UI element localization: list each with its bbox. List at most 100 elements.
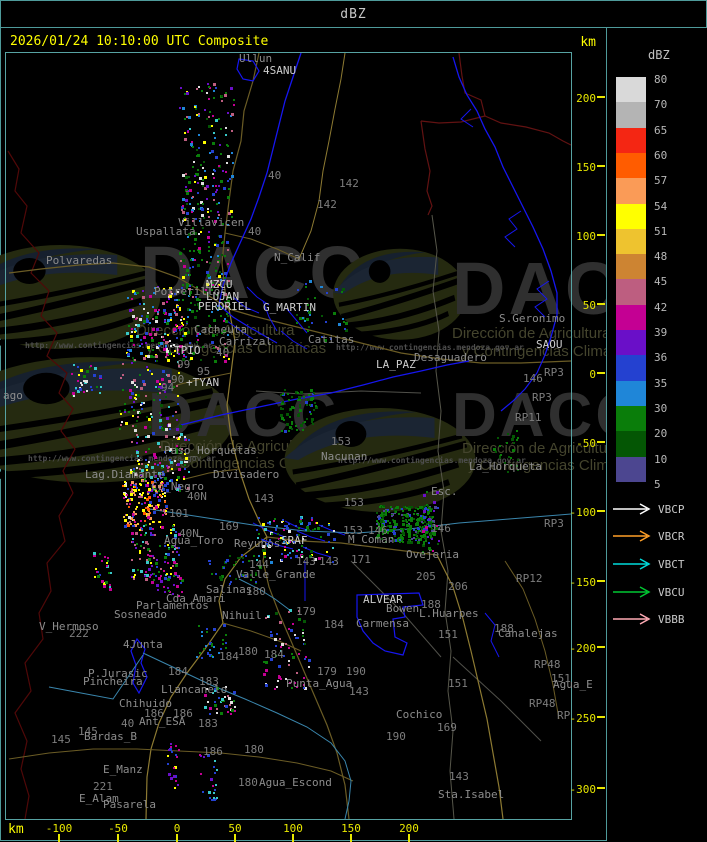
legend-dbz-label: 45: [654, 275, 668, 289]
legend-dbz-label: 70: [654, 98, 668, 112]
map-place-label: Uspallata: [136, 225, 196, 238]
map-place-label: L.Huarpes: [419, 607, 479, 620]
map-place-label: PERDRIEL: [198, 300, 251, 313]
window-title: dBZ: [340, 7, 367, 22]
legend-dbz-label: 80: [654, 73, 668, 86]
right-axis-tick-label: 50: [582, 299, 596, 312]
bottom-axis-tick: [292, 834, 294, 842]
map-place-label: Reyunos: [234, 537, 281, 550]
map-place-label: 180: [238, 776, 258, 789]
map-place-label: 4SANU: [263, 64, 297, 77]
map-place-label: 99: [177, 358, 191, 371]
legend-color-swatch: [616, 405, 646, 432]
map-place-label: 143: [254, 492, 274, 505]
right-axis-tick: [597, 716, 605, 718]
map-place-label: Lag.Diamante: [85, 468, 165, 481]
legend-arrow-row: VBCR: [609, 527, 707, 547]
map-place-label: Nihuil: [222, 609, 262, 622]
map-place-label: 222: [69, 627, 89, 640]
legend-dbz-label: 57: [654, 174, 668, 188]
right-axis-tick: [597, 787, 605, 789]
map-place-label: Sta.Isabel: [438, 788, 505, 801]
wind-vector-arrow-icon: [613, 613, 651, 625]
right-axis-tick-label: 100: [576, 230, 596, 243]
map-place-label: Pasarela: [103, 798, 156, 811]
map-place-label: Sosneado: [114, 608, 167, 621]
legend-arrow-label: VBCU: [658, 585, 685, 599]
map-place-label: 143: [319, 555, 339, 568]
legend-dbz-label: 10: [654, 452, 668, 466]
right-axis-tick-label: -250: [569, 712, 597, 725]
legend-color-swatch: [616, 102, 646, 129]
map-place-label: 206: [448, 580, 468, 593]
legend-color-swatch: [616, 127, 646, 154]
legend-dbz-label: 35: [654, 376, 668, 390]
legend-color-swatch: [616, 228, 646, 255]
map-place-label: 94: [161, 381, 175, 394]
map-place-label: Paso_Horquetas: [164, 444, 257, 457]
wind-vector-arrow-icon: [613, 558, 651, 570]
map-place-label: Cacheuta: [194, 323, 247, 336]
legend-dbz-label: 5: [654, 477, 661, 491]
legend-dbz-label: 60: [654, 148, 668, 162]
map-place-label: Pincheira: [83, 675, 143, 688]
bottom-distance-axis: km -100 -50 0 50 100 150 200: [0, 818, 606, 842]
map-place-label: Desaguadero: [414, 351, 487, 364]
legend-title: dBZ: [648, 48, 670, 62]
map-place-label: 40: [121, 717, 135, 730]
map-place-label: 143: [449, 770, 469, 783]
map-place-label: 186: [203, 745, 223, 758]
wind-vector-arrow-icon: [613, 503, 651, 515]
legend-dbz-label: 51: [654, 224, 668, 238]
map-place-label: TPIO: [174, 344, 201, 357]
map-place-label: Ullun: [239, 52, 273, 65]
map-place-label: 183: [198, 717, 218, 730]
right-axis-tick-label: -200: [569, 642, 597, 655]
legend-arrow-row: VBCU: [609, 583, 707, 603]
map-place-label: 40: [248, 225, 262, 238]
map-place-label: 184: [264, 648, 284, 661]
right-axis-tick: [597, 441, 605, 443]
map-place-label: E_Manz: [103, 763, 143, 776]
legend-dbz-label: 20: [654, 427, 668, 441]
map-place-label: 146: [431, 522, 451, 535]
map-place-label: RP48: [534, 658, 561, 671]
map-place-label: RP3: [544, 366, 564, 379]
map-place-label: Ant_ESA: [139, 715, 186, 728]
map-place-label: Ovejeria: [406, 548, 459, 561]
map-place-label: 184: [219, 650, 239, 663]
map-place-label: Llancanelo: [161, 683, 228, 696]
map-place-label: La_Horqueta: [469, 460, 542, 473]
legend-dbz-label: 30: [654, 401, 668, 415]
map-place-label: Canalejas: [498, 627, 558, 640]
legend-dbz-label: 39: [654, 326, 668, 339]
legend-dbz-label: 65: [654, 123, 668, 137]
map-place-label: Bowen: [386, 602, 420, 615]
legend-arrow-label: VBBB: [658, 613, 685, 627]
right-axis-tick-label: -50: [576, 437, 596, 450]
legend-arrow-row: VBCT: [609, 555, 707, 575]
right-axis-tick: [597, 303, 605, 305]
map-place-label: Agua_E: [553, 678, 593, 691]
map-place-label: RP11: [515, 411, 542, 424]
map-place-label: RP3: [544, 517, 564, 530]
legend-arrow-label: VBCT: [658, 558, 685, 571]
legend-color-swatch: [616, 330, 646, 356]
map-place-label: 40: [268, 169, 282, 182]
bottom-axis-unit-label: km: [8, 822, 24, 837]
map-place-label: 142: [317, 198, 337, 211]
legend-color-swatch: [616, 380, 646, 407]
map-place-label: RP48: [529, 697, 556, 710]
map-place-label: 143: [296, 555, 316, 568]
right-axis-tick: [597, 372, 605, 374]
map-place-label: SAOU: [536, 338, 563, 351]
map-label-layer: Ullun 4SANU 40 142 142 Villavicen Uspallata 40 N…: [3, 52, 593, 819]
radar-map-canvas: Ullun 4SANU 40 142 142 Villavicen Uspallata 40 N…: [3, 52, 593, 820]
map-place-label: 180: [238, 645, 258, 658]
map-place-label: S.Geronimo: [499, 312, 566, 325]
legend-color-swatch: [616, 456, 646, 483]
legend-color-swatch: [616, 203, 646, 230]
map-place-label: RP12: [516, 572, 543, 585]
map-place-label: 184: [168, 665, 188, 678]
legend-dbz-label: 54: [654, 199, 668, 213]
